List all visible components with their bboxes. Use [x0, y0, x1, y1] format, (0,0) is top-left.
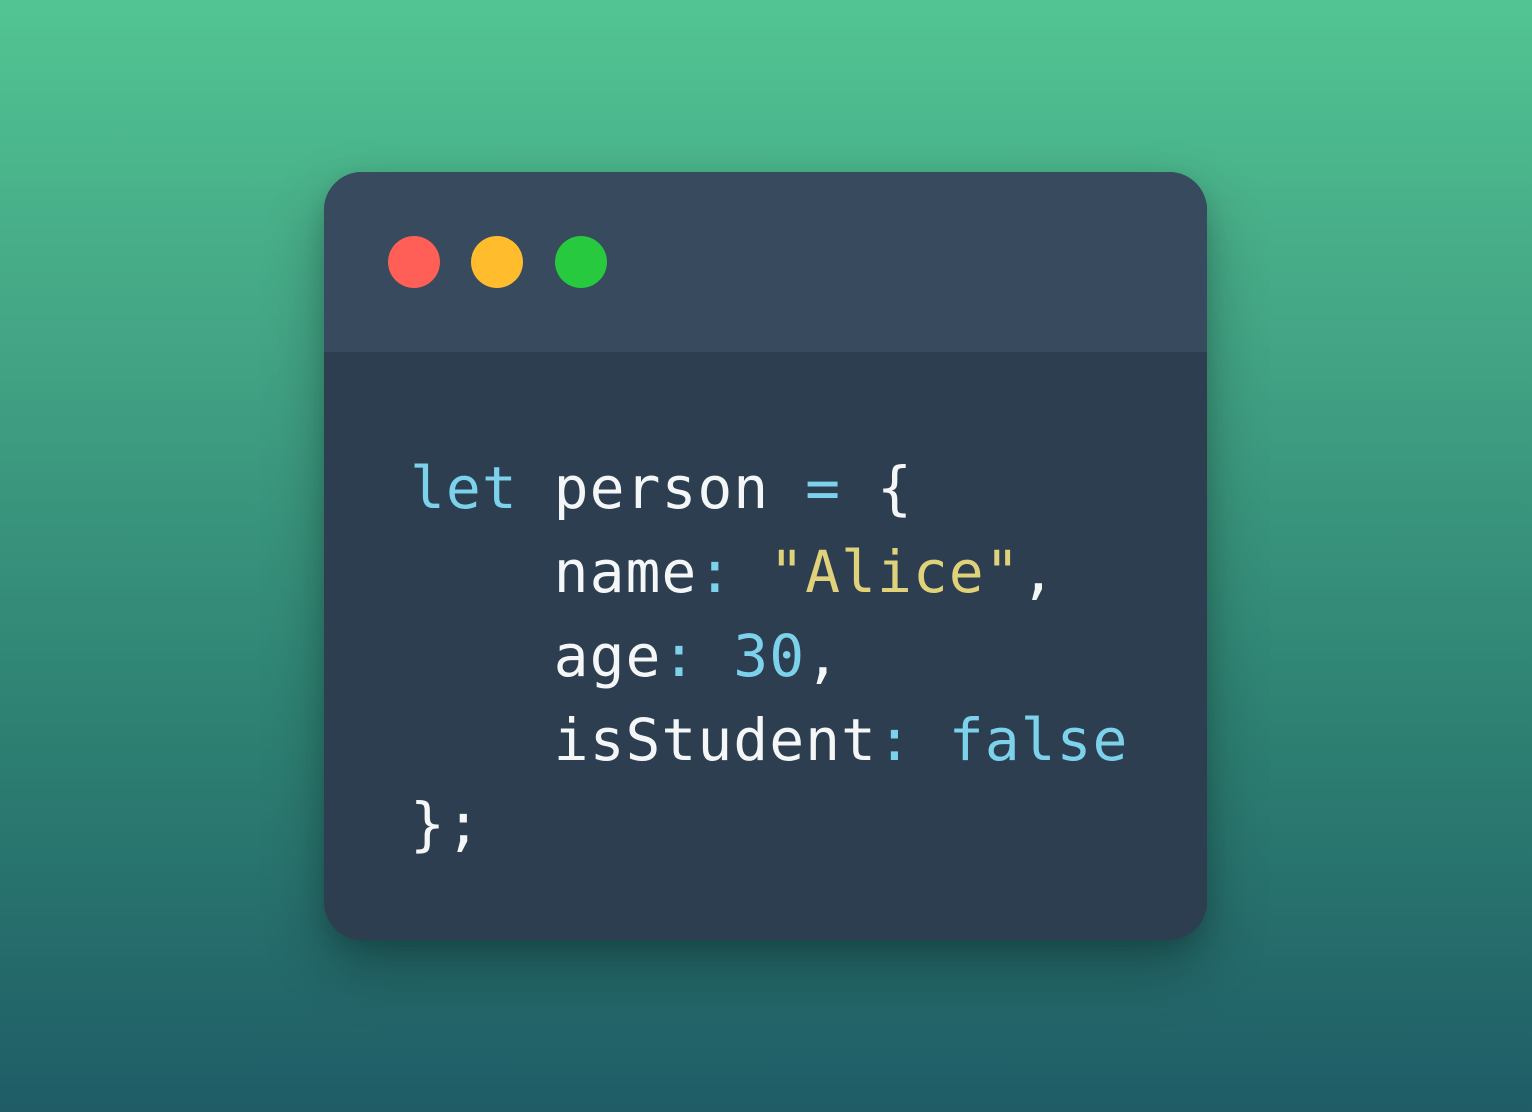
code-token-keyword: let	[410, 454, 518, 522]
maximize-dot[interactable]	[555, 236, 607, 288]
code-token-operator: :	[876, 706, 913, 774]
code-token-operator: =	[805, 454, 842, 522]
code-token-plain: isStudent	[410, 706, 877, 774]
code-token-plain: ,	[1020, 538, 1057, 606]
code-block: let person = { name: "Alice", age: 30, i…	[410, 446, 1128, 866]
close-dot[interactable]	[388, 236, 440, 288]
code-token-boolean: false	[948, 706, 1129, 774]
code-token-operator: :	[661, 622, 698, 690]
code-window: let person = { name: "Alice", age: 30, i…	[324, 172, 1207, 940]
code-token-operator: :	[697, 538, 734, 606]
code-line: };	[410, 782, 1128, 866]
code-token-plain: ,	[805, 622, 842, 690]
code-token-plain: {	[841, 454, 913, 522]
code-line: isStudent: false	[410, 698, 1128, 782]
code-line: name: "Alice",	[410, 530, 1128, 614]
code-token-string: "Alice"	[769, 538, 1021, 606]
minimize-dot[interactable]	[471, 236, 523, 288]
code-line: age: 30,	[410, 614, 1128, 698]
code-token-plain: name	[410, 538, 698, 606]
code-line: let person = {	[410, 446, 1128, 530]
window-title-bar	[324, 172, 1207, 352]
code-token-plain: age	[410, 622, 662, 690]
code-token-number: 30	[733, 622, 806, 690]
code-token-plain: };	[410, 790, 482, 858]
code-token-plain: person	[517, 454, 806, 522]
